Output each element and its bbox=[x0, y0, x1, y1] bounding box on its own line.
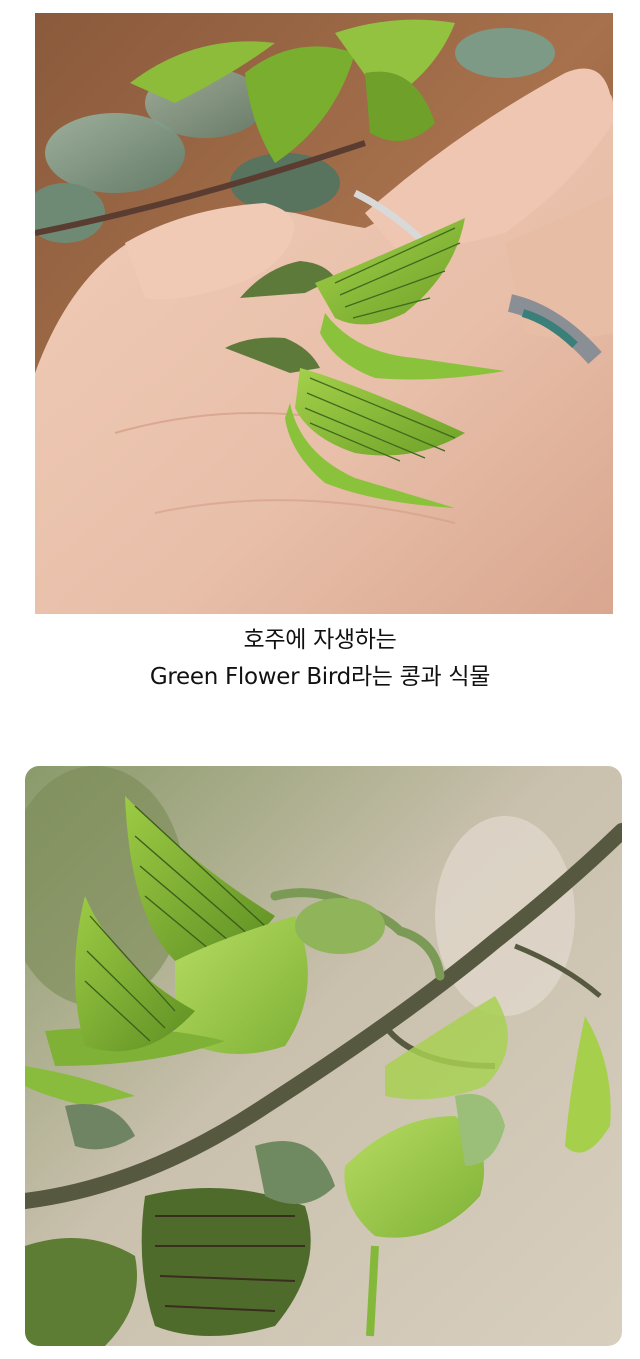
hand-photo-illustration bbox=[35, 13, 613, 614]
caption-line-1: 호주에 자생하는 bbox=[243, 627, 397, 653]
photo-flowers-on-stem bbox=[25, 766, 622, 1346]
photo-caption: 호주에 자생하는 Green Flower Bird라는 콩과 식물 bbox=[0, 622, 640, 696]
caption-line-2: Green Flower Bird라는 콩과 식물 bbox=[149, 664, 491, 690]
photo-hand-holding-flowers bbox=[35, 13, 613, 614]
stem-photo-illustration bbox=[25, 766, 622, 1346]
